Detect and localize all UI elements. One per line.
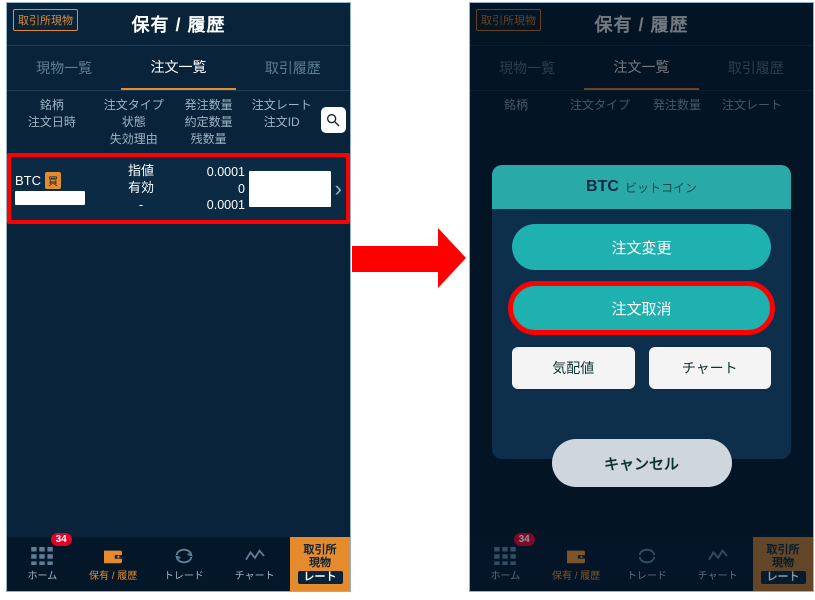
nav-home-label: ホーム [491,567,521,582]
modify-order-button[interactable]: 注文変更 [512,224,771,270]
tab-spot-list[interactable]: 現物一覧 [7,46,121,90]
sub-tabs: 現物一覧 注文一覧 取引履歴 [7,45,350,91]
close-sheet-button[interactable]: キャンセル [552,439,732,487]
tab-trade-history[interactable]: 取引履歴 [236,46,350,90]
quote-button[interactable]: 気配値 [512,347,635,389]
nav-home[interactable]: 34 ホーム [7,537,78,591]
qty-exec: 0 [183,181,245,197]
wallet-icon [102,547,124,565]
nav-rate-l3: レート [761,571,806,584]
sheet-symbol-jp: ビットコイン [625,179,697,196]
thead-datetime: 注文日時 [11,114,93,131]
order-action-sheet: BTC ビットコイン 注文変更 注文取消 気配値 チャート キャンセル [492,165,791,459]
nav-holdings-label: 保有 / 履歴 [552,567,600,582]
qty-order: 0.0001 [183,164,245,180]
nav-chart[interactable]: チャート [682,537,753,591]
nav-rate-l3: レート [298,571,343,584]
sheet-header: BTC ビットコイン [492,165,791,209]
thead-rate: 注文レート [243,97,321,114]
order-reason: - [99,197,183,214]
search-button[interactable] [321,107,346,133]
thead-reason: 失効理由 [93,131,175,148]
grid-icon [494,547,516,565]
step-arrow [352,228,462,288]
order-row[interactable]: BTC 買 指値 有効 - 0.0001 0 0.0001 › [7,153,350,224]
nav-trade[interactable]: トレード [149,537,220,591]
masked-datetime [15,191,85,205]
nav-chart-label: チャート [698,567,738,582]
thead-order-id: 注文ID [243,114,321,131]
qty-remain: 0.0001 [183,197,245,213]
nav-rate-l2: 現物 [309,557,331,570]
nav-rate-l1: 取引所 [304,544,337,557]
order-state: 有効 [99,180,183,197]
top-bar: 取引所現物 保有 / 履歴 [7,3,350,45]
nav-home-label: ホーム [28,567,58,582]
nav-rate[interactable]: 取引所 現物 レート [753,537,813,591]
screen-order-actions: 取引所現物 保有 / 履歴 現物一覧 注文一覧 取引履歴 銘柄 注文タイプ 発注… [469,2,814,592]
search-icon [325,112,341,128]
nav-chart-label: チャート [235,567,275,582]
grid-icon [31,547,53,565]
masked-rate [249,171,331,207]
side-badge: 買 [45,172,61,189]
order-symbol: BTC [15,173,41,188]
nav-trade-label: トレード [164,567,204,582]
nav-holdings[interactable]: 保有 / 履歴 [78,537,149,591]
thead-qty-order: 発注数量 [175,97,243,114]
wallet-icon [565,547,587,565]
page-title: 保有 / 履歴 [131,11,225,37]
nav-holdings-label: 保有 / 履歴 [89,567,137,582]
nav-rate[interactable]: 取引所 現物 レート [290,537,350,591]
tab-order-list[interactable]: 注文一覧 [121,46,235,90]
cancel-order-button[interactable]: 注文取消 [512,285,771,331]
market-badge: 取引所現物 [13,9,78,31]
chart-icon [707,547,729,565]
chart-button[interactable]: チャート [649,347,772,389]
thead-order-type: 注文タイプ [93,97,175,114]
nav-chart[interactable]: チャート [219,537,290,591]
notification-badge: 34 [514,533,535,546]
refresh-icon [636,547,658,565]
chevron-right-icon: › [335,176,344,202]
thead-state: 状態 [93,114,175,131]
nav-rate-l1: 取引所 [767,544,800,557]
chart-icon [244,547,266,565]
refresh-icon [173,547,195,565]
thead-symbol: 銘柄 [11,97,93,114]
nav-home[interactable]: 34 ホーム [470,537,541,591]
order-table-header: 銘柄 注文日時 注文タイプ 状態 失効理由 発注数量 約定数量 残数量 注文レー… [7,91,350,153]
thead-qty-exec: 約定数量 [175,114,243,131]
bottom-nav: 34 ホーム 保有 / 履歴 トレード チャート 取引所 現物 レート [470,537,813,591]
nav-holdings[interactable]: 保有 / 履歴 [541,537,612,591]
nav-rate-l2: 現物 [772,557,794,570]
order-type: 指値 [99,163,183,180]
sheet-symbol: BTC [586,178,619,196]
bottom-nav: 34 ホーム 保有 / 履歴 トレード チャート 取引所 現物 レート [7,537,350,591]
screen-order-list: 取引所現物 保有 / 履歴 現物一覧 注文一覧 取引履歴 銘柄 注文日時 注文タ… [6,2,351,592]
notification-badge: 34 [51,533,72,546]
nav-trade-label: トレード [627,567,667,582]
nav-trade[interactable]: トレード [612,537,683,591]
thead-qty-remain: 残数量 [175,131,243,148]
